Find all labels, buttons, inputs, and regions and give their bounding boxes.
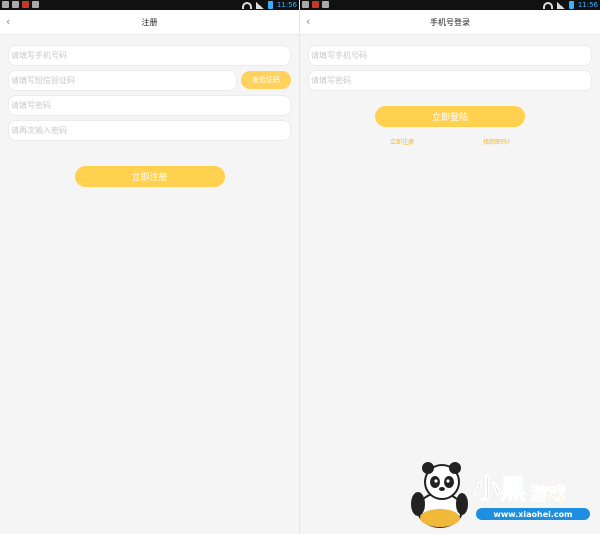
svg-text:游戏: 游戏 xyxy=(530,483,566,505)
sms-code-input[interactable] xyxy=(11,71,236,90)
page-title: 注册 xyxy=(141,18,158,27)
sms-code-row: 发验证码 xyxy=(8,70,291,91)
password-input[interactable] xyxy=(311,71,591,90)
nav-bar: ‹ 注册 xyxy=(0,10,299,35)
notification-icon xyxy=(32,1,39,8)
notification-icons xyxy=(302,1,329,8)
wifi-icon xyxy=(542,1,553,9)
xiaohei-watermark-logo: 小黑 游戏 www.xiaohei.com xyxy=(411,462,590,528)
phone-field xyxy=(308,45,592,66)
phone-field xyxy=(8,45,291,66)
confirm-password-input[interactable] xyxy=(11,121,290,140)
login-button[interactable]: 立即登陆 xyxy=(375,106,525,127)
phone-input[interactable] xyxy=(311,46,591,65)
signal-icon xyxy=(556,1,565,9)
notification-icon xyxy=(12,1,19,8)
app-notification-icon xyxy=(312,1,319,8)
panda-mascot-icon xyxy=(411,462,468,528)
password-field xyxy=(308,70,592,91)
battery-icon xyxy=(568,1,574,9)
register-screen: 11:56 ‹ 注册 发验证码 立即注册 xyxy=(0,0,300,534)
sms-code-field xyxy=(8,70,237,91)
forgot-password-link[interactable]: 找回密码? xyxy=(483,137,510,146)
wifi-icon xyxy=(241,1,252,9)
login-screen: 11:56 ‹ 手机号登录 立即登陆 立即注册 找回密码? xyxy=(300,0,600,534)
nav-bar: ‹ 手机号登录 xyxy=(300,10,600,35)
register-button[interactable]: 立即注册 xyxy=(74,166,225,187)
status-bar: 11:56 xyxy=(300,0,600,10)
notification-icon xyxy=(322,1,329,8)
phone-input[interactable] xyxy=(11,46,290,65)
send-code-button[interactable]: 发验证码 xyxy=(241,71,291,89)
screenshot-stage: 11:56 ‹ 注册 发验证码 立即注册 xyxy=(0,0,600,534)
signal-icon xyxy=(255,1,264,9)
status-time: 11:56 xyxy=(276,1,297,9)
login-form: 立即登陆 立即注册 找回密码? xyxy=(300,35,600,146)
password-field xyxy=(8,95,291,116)
status-time: 11:56 xyxy=(577,1,598,9)
svg-text:www.xiaohei.com: www.xiaohei.com xyxy=(494,510,573,519)
login-links: 立即注册 找回密码? xyxy=(308,137,592,146)
page-title: 手机号登录 xyxy=(430,18,470,27)
battery-icon xyxy=(267,1,273,9)
register-link[interactable]: 立即注册 xyxy=(390,137,414,146)
confirm-password-field xyxy=(8,120,291,141)
notification-icon xyxy=(2,1,9,8)
password-input[interactable] xyxy=(11,96,290,115)
notification-icons xyxy=(2,1,39,8)
notification-icon xyxy=(302,1,309,8)
status-bar: 11:56 xyxy=(0,0,299,10)
svg-text:小黑: 小黑 xyxy=(474,475,526,505)
app-notification-icon xyxy=(22,1,29,8)
register-form: 发验证码 立即注册 xyxy=(0,35,299,187)
